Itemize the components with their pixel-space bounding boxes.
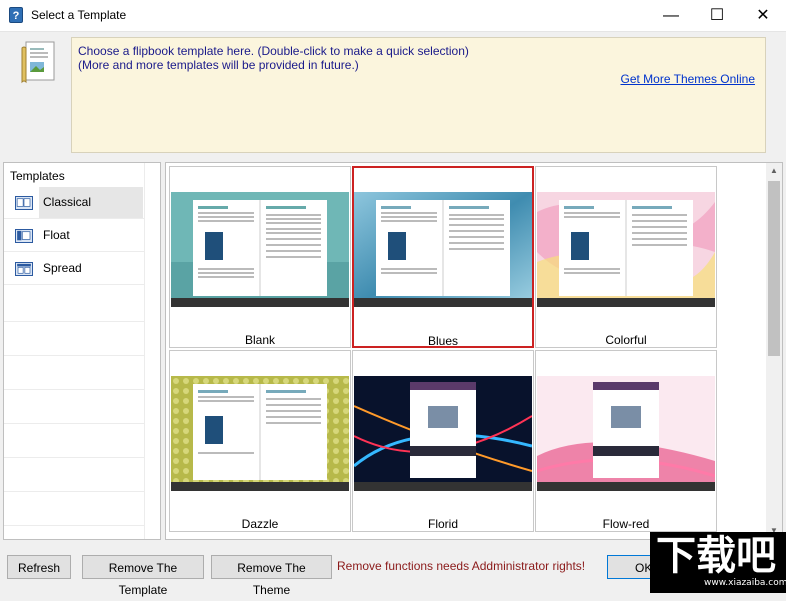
sidebar-empty-rows [4, 288, 144, 526]
flipbook-document-icon [20, 40, 58, 84]
template-label: Colorful [605, 333, 647, 347]
template-category-list: Templates Classical Float Spread [3, 162, 161, 540]
template-label: Dazzle [241, 517, 279, 531]
watermark-url: www.xiazaiba.com [704, 578, 786, 588]
template-card-flow-red[interactable]: Flow-red [535, 350, 717, 532]
watermark-logo: 下载吧 www.xiazaiba.com [650, 532, 786, 593]
sidebar-item-label: Spread [43, 261, 82, 275]
sidebar-item-float[interactable]: Float [4, 220, 144, 252]
window-title: Select a Template [31, 8, 127, 22]
template-card-dazzle[interactable]: Dazzle [169, 350, 351, 532]
template-thumbnail [171, 376, 349, 491]
banner-note: (More and more templates will be provide… [78, 58, 359, 72]
sidebar-item-classical[interactable]: Classical [4, 187, 144, 219]
template-card-florid[interactable]: Florid [352, 350, 534, 532]
sidebar-header: Templates [10, 169, 65, 183]
template-thumbnail [354, 192, 532, 307]
gallery-scrollbar[interactable]: ▲ ▼ [766, 163, 782, 539]
title-bar: ? Select a Template — ☐ ✕ [0, 0, 786, 32]
template-thumbnail [537, 376, 715, 491]
template-gallery: Blank Blues Colorful Dazzle Florid Flow-… [165, 162, 783, 540]
template-label: Blank [244, 333, 276, 347]
template-thumbnail [171, 192, 349, 307]
banner-instruction: Choose a flipbook template here. (Double… [78, 44, 469, 58]
app-help-icon: ? [9, 7, 23, 23]
admin-rights-warning: Remove functions needs Addministrator ri… [337, 559, 586, 573]
template-label: Florid [427, 517, 458, 531]
template-thumbnail [354, 376, 532, 491]
template-label: Flow-red [602, 517, 650, 531]
sidebar-item-spread[interactable]: Spread [4, 253, 144, 285]
spread-icon [15, 262, 33, 276]
remove-theme-button[interactable]: Remove The Theme [211, 555, 332, 597]
template-label: Blues [427, 334, 459, 348]
classical-icon [15, 196, 33, 210]
template-card-blank[interactable]: Blank [169, 166, 351, 348]
close-button[interactable]: ✕ [740, 0, 786, 31]
watermark-text: 下载吧 [656, 533, 776, 579]
scrollbar-thumb[interactable] [768, 181, 780, 356]
sidebar-item-label: Classical [39, 187, 143, 218]
sidebar-item-label: Float [43, 228, 70, 242]
scroll-up-icon[interactable]: ▲ [766, 163, 782, 179]
template-thumbnail [537, 192, 715, 307]
get-more-themes-link[interactable]: Get More Themes Online [620, 72, 755, 86]
remove-template-button[interactable]: Remove The Template [82, 555, 204, 597]
template-card-blues[interactable]: Blues [352, 166, 534, 348]
maximize-button[interactable]: ☐ [694, 0, 740, 31]
info-banner: Choose a flipbook template here. (Double… [71, 37, 766, 153]
float-icon [15, 229, 33, 243]
minimize-button[interactable]: — [648, 0, 694, 31]
template-card-colorful[interactable]: Colorful [535, 166, 717, 348]
refresh-button[interactable]: Refresh [7, 555, 71, 579]
